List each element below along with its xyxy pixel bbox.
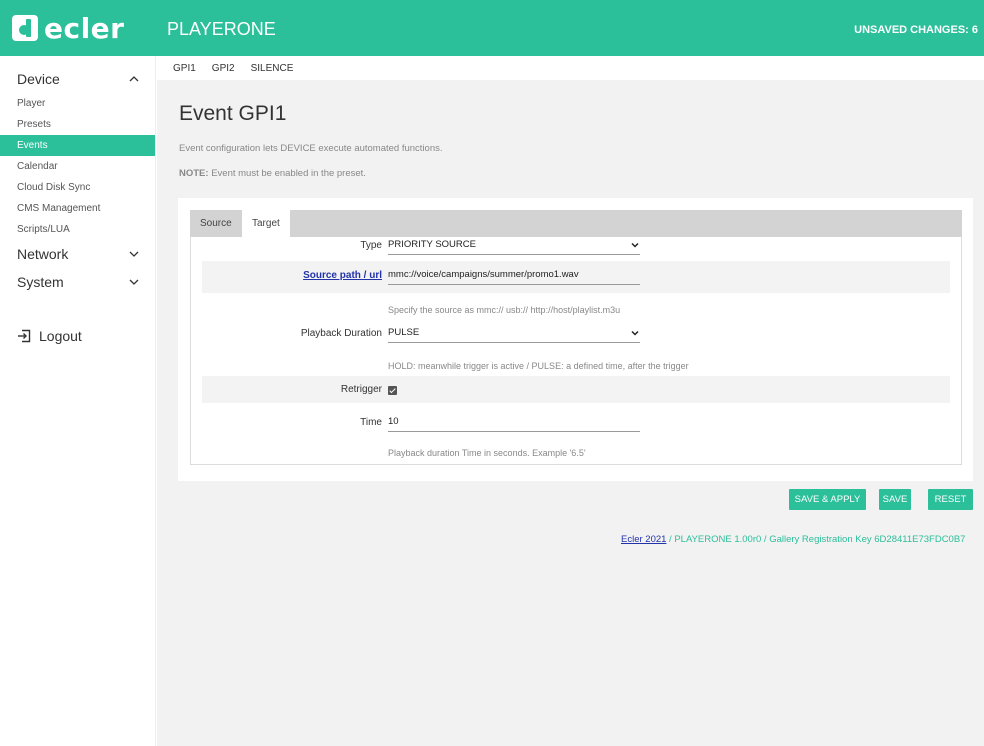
chevron-down-icon (129, 279, 139, 285)
sidebar-item-player[interactable]: Player (0, 93, 155, 114)
sidebar-group-network[interactable]: Network (0, 240, 155, 268)
chevron-down-icon (631, 330, 639, 336)
save-button[interactable]: SAVE (879, 489, 911, 510)
sidebar-item-events[interactable]: Events (0, 135, 155, 156)
time-label: Time (360, 417, 382, 428)
event-card: Source Target Type PRIORITY SOURCE Sourc… (178, 198, 973, 481)
logout-label: Logout (39, 328, 82, 344)
sidebar-item-cloud-disk-sync[interactable]: Cloud Disk Sync (0, 177, 155, 198)
playback-duration-value: PULSE (388, 327, 420, 338)
type-label: Type (360, 240, 382, 251)
sidebar-group-label: Device (17, 71, 60, 87)
sidebar-item-scripts-lua[interactable]: Scripts/LUA (0, 219, 155, 240)
playback-duration-hint: HOLD: meanwhile trigger is active / PULS… (388, 361, 689, 371)
source-path-label[interactable]: Source path / url (303, 270, 382, 281)
tab-gpi1[interactable]: GPI1 (173, 63, 196, 74)
type-value: PRIORITY SOURCE (388, 239, 476, 250)
event-subtabs: GPI1 GPI2 SILENCE (157, 56, 984, 80)
main-content: GPI1 GPI2 SILENCE Event GPI1 Event confi… (157, 56, 984, 746)
reset-button[interactable]: RESET (928, 489, 973, 510)
sidebar-group-label: System (17, 274, 64, 290)
retrigger-row-bg (202, 376, 950, 403)
sidebar-item-calendar[interactable]: Calendar (0, 156, 155, 177)
playback-duration-select[interactable]: PULSE (388, 325, 640, 343)
ecler-link[interactable]: Ecler 2021 (621, 534, 666, 545)
tab-source[interactable]: Source (190, 210, 242, 237)
sidebar-item-presets[interactable]: Presets (0, 114, 155, 135)
time-hint: Playback duration Time in seconds. Examp… (388, 448, 586, 458)
chevron-up-icon (129, 76, 139, 82)
sidebar-group-system[interactable]: System (0, 268, 155, 296)
source-path-input[interactable]: mmc://voice/campaigns/summer/promo1.wav (388, 267, 640, 285)
config-tabbar: Source Target (190, 210, 962, 237)
source-path-hint: Specify the source as mmc:// usb:// http… (388, 305, 621, 315)
save-and-apply-button[interactable]: SAVE & APPLY (789, 489, 866, 510)
logout-icon (18, 329, 31, 343)
footer-text: / PLAYERONE 1.00r0 / Gallery Registratio… (666, 534, 966, 545)
time-input[interactable]: 10 (388, 414, 640, 432)
top-header: ecler PLAYERONE UNSAVED CHANGES: 6 (0, 0, 984, 56)
retrigger-checkbox[interactable] (388, 386, 397, 395)
tab-silence[interactable]: SILENCE (251, 63, 294, 74)
sidebar: Device Player Presets Events Calendar Cl… (0, 56, 156, 746)
source-path-value: mmc://voice/campaigns/summer/promo1.wav (388, 269, 579, 280)
ecler-logo[interactable]: ecler (12, 11, 125, 45)
chevron-down-icon (129, 251, 139, 257)
chevron-down-icon (631, 242, 639, 248)
tab-gpi2[interactable]: GPI2 (212, 63, 235, 74)
tab-target[interactable]: Target (242, 210, 290, 237)
unsaved-changes-indicator[interactable]: UNSAVED CHANGES: 6 (854, 24, 978, 36)
time-value: 10 (388, 416, 399, 427)
logout-link[interactable]: Logout (17, 328, 82, 344)
footer: Ecler 2021 / PLAYERONE 1.00r0 / Gallery … (621, 534, 965, 545)
note-text: Event must be enabled in the preset. (208, 168, 366, 179)
page-title: Event GPI1 (179, 102, 287, 125)
target-form: Type PRIORITY SOURCE Source path / url m… (190, 237, 962, 465)
sidebar-group-device[interactable]: Device (0, 65, 155, 93)
retrigger-label: Retrigger (340, 384, 382, 395)
ecler-logo-icon (12, 15, 38, 41)
type-select[interactable]: PRIORITY SOURCE (388, 237, 640, 255)
note-label: NOTE: (179, 168, 209, 179)
app-title: PLAYERONE (167, 19, 276, 39)
sidebar-item-cms-management[interactable]: CMS Management (0, 198, 155, 219)
logo-text: ecler (44, 11, 125, 45)
sidebar-group-label: Network (17, 246, 69, 262)
playback-duration-label: Playback Duration (300, 328, 382, 339)
page-description: Event configuration lets DEVICE execute … (179, 143, 443, 154)
page-note: NOTE: Event must be enabled in the prese… (179, 168, 366, 179)
